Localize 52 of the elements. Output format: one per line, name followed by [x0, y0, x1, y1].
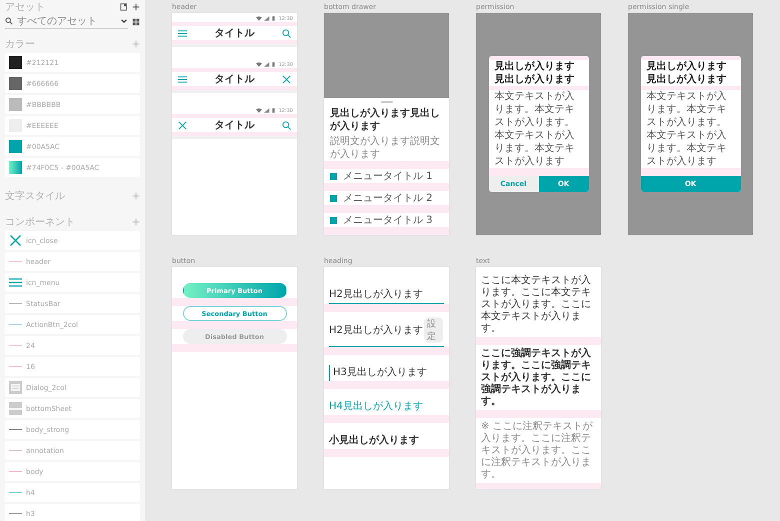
section-heading: 文字スタイル — [5, 190, 65, 203]
menu-item[interactable]: メニュータイトル 2 — [324, 191, 449, 205]
dialog-title: 見出しが入ります見出しが入ります — [494, 60, 576, 86]
menu-icon — [9, 276, 22, 289]
search-field[interactable]: すべてのアセット — [5, 14, 128, 29]
menu-item-icon — [330, 172, 337, 180]
close-icon[interactable] — [282, 74, 291, 84]
h2-heading: H2見出しが入ります — [329, 324, 423, 337]
sheet-thumbnail-icon — [9, 402, 22, 415]
section-heading: コンポーネント — [5, 216, 75, 229]
body-paragraph: ここに本文テキストが入ります。ここに本文テキストが入ります。ここに本文テキストが入ります。 — [481, 275, 592, 335]
h2-heading: H2見出しが入ります — [329, 288, 423, 301]
menu-item-icon — [330, 216, 337, 224]
battery-icon — [272, 108, 275, 113]
menu-icon[interactable] — [178, 74, 187, 84]
dialog-thumbnail-icon — [9, 381, 22, 394]
app-bar-title: タイトル — [214, 119, 254, 132]
dialog-body: 本文テキストが入ります。本文テキストが入ります。本文テキストが入ります。本文テキストが入ります — [494, 90, 576, 168]
badge: 設定 — [424, 317, 443, 343]
app-bar-title: タイトル — [214, 73, 254, 86]
wifi-icon — [256, 16, 262, 21]
battery-icon — [272, 62, 275, 67]
wifi-icon — [256, 62, 262, 67]
app-bar-title: タイトル — [214, 27, 254, 40]
menu-item[interactable]: メニュータイトル 3 — [324, 213, 449, 227]
dialog-body: 本文テキストが入ります。本文テキストが入ります。本文テキストが入ります。本文テキストが入ります — [646, 90, 728, 168]
library-icon[interactable] — [120, 3, 128, 11]
sheet-heading: 見出しが入ります見出しが入ります — [329, 107, 441, 133]
h4-heading: H4見出しが入ります — [329, 400, 423, 413]
drag-handle[interactable] — [380, 101, 392, 103]
strong-paragraph: ここに強調テキストが入ります。ここに強調テキストが入ります。ここに強調テキストが入ります。 — [481, 348, 592, 408]
grid-view-icon[interactable] — [132, 18, 140, 26]
section-heading: カラー — [5, 38, 35, 51]
small-heading: 小見出しが入ります — [329, 434, 419, 447]
wifi-icon — [256, 108, 262, 113]
search-icon[interactable] — [282, 120, 291, 130]
close-icon[interactable] — [178, 120, 187, 130]
chevron-down-icon[interactable] — [120, 17, 128, 25]
menu-item-icon — [330, 194, 337, 202]
menu-item[interactable]: メニュータイトル 1 — [324, 169, 449, 183]
menu-icon[interactable] — [178, 28, 187, 38]
close-icon — [9, 234, 22, 247]
h3-heading: H3見出しが入ります — [333, 366, 427, 379]
dialog-title: 見出しが入ります見出しが入ります — [646, 60, 728, 86]
sheet-description: 説明文が入ります説明文が入ります — [329, 135, 441, 161]
search-icon[interactable] — [282, 28, 291, 38]
panel-title: アセット — [5, 1, 45, 14]
color-swatch — [9, 161, 22, 174]
annotation-paragraph: ※ ここに注釈テキストが入ります。ここに注釈テキストが入ります。ここに注釈テキストが入ります。 — [481, 421, 594, 481]
search-icon — [5, 17, 13, 25]
plus-icon[interactable] — [132, 3, 140, 11]
battery-icon — [272, 16, 275, 21]
